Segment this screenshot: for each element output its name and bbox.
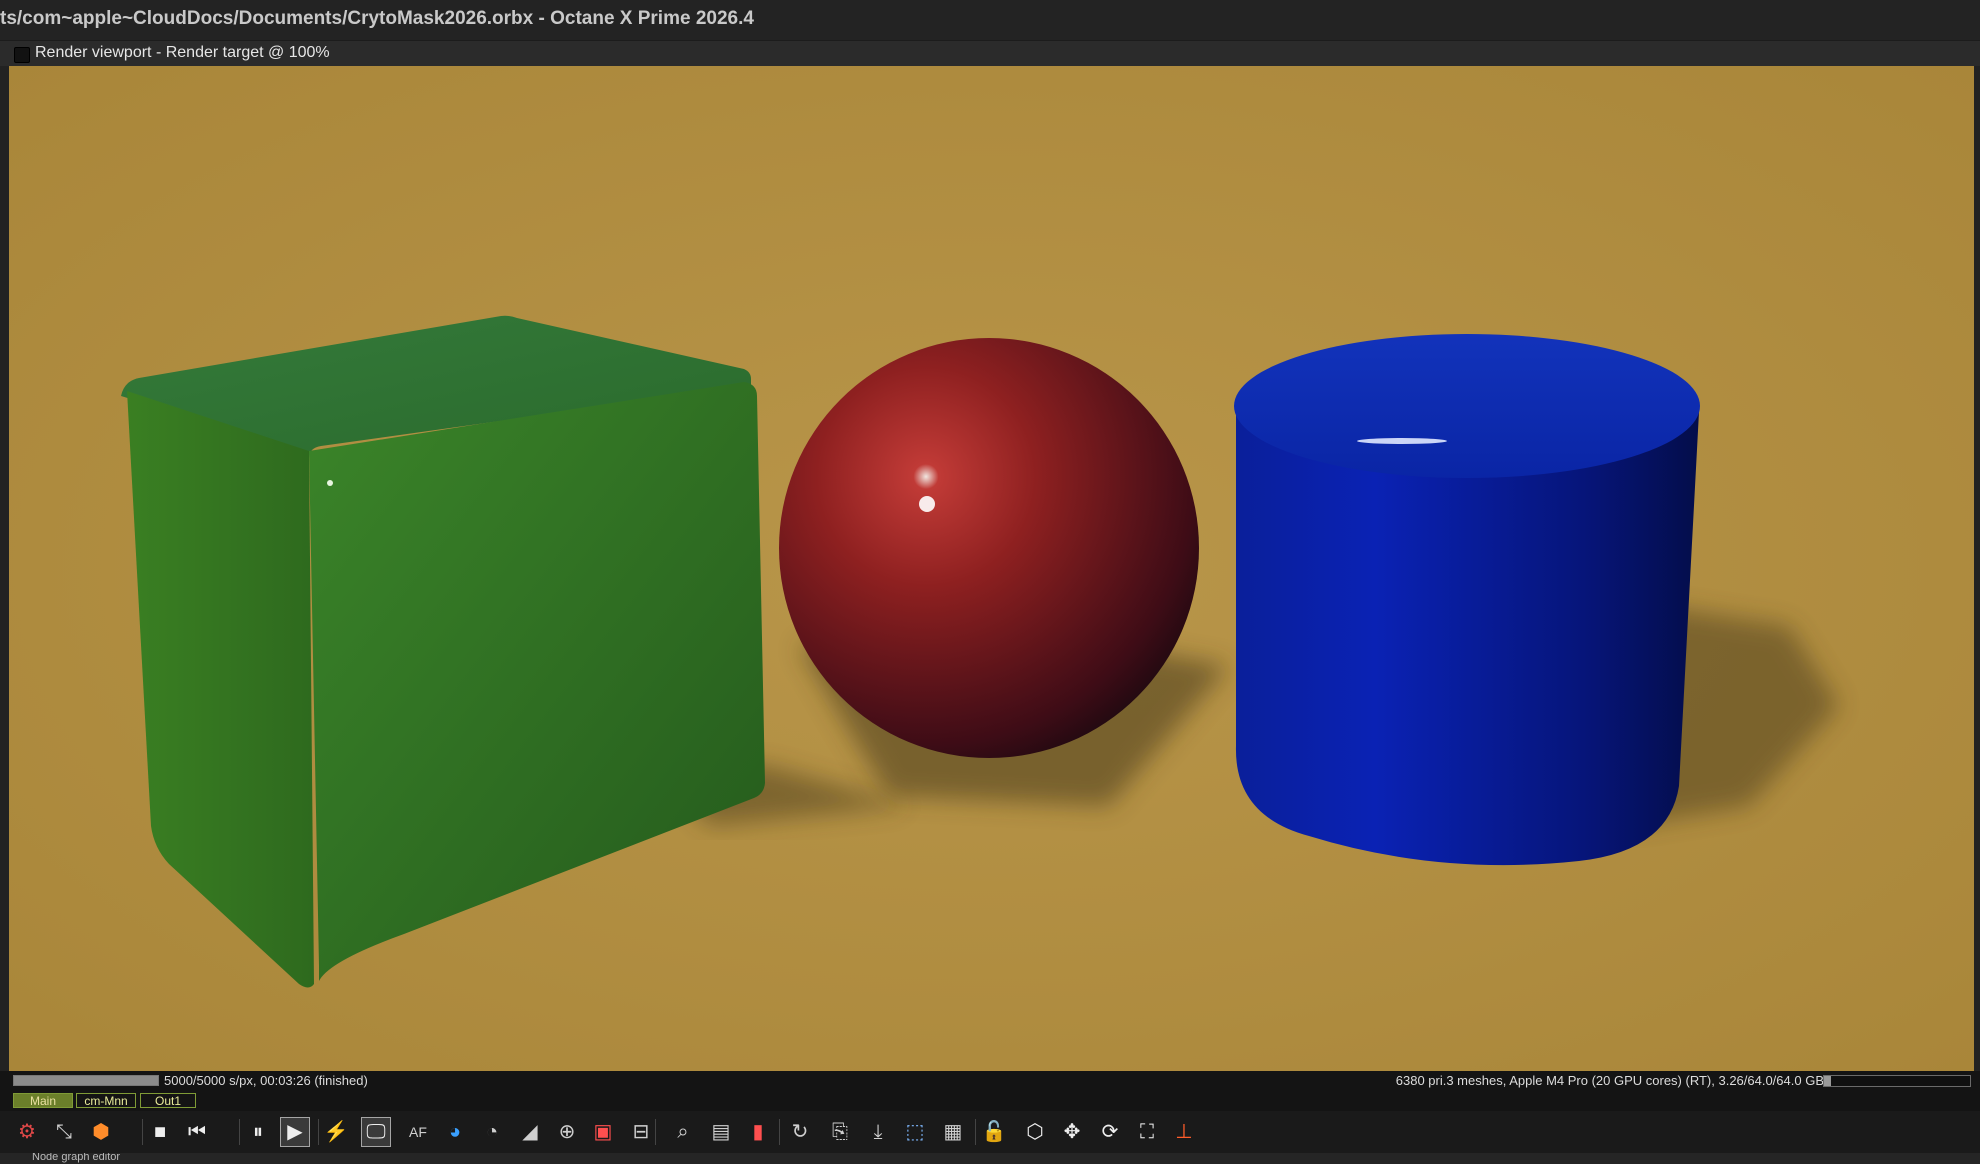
toolbar-separator	[975, 1119, 976, 1145]
toolbar-separator	[239, 1119, 240, 1145]
rotate-icon[interactable]: ⟳	[1095, 1117, 1125, 1147]
lock-icon[interactable]: 🔓	[979, 1117, 1009, 1147]
toolbar-separator	[142, 1119, 143, 1145]
tab-main[interactable]: Main	[13, 1093, 73, 1108]
focus-picker-icon[interactable]: ◢	[515, 1117, 545, 1147]
save-render-icon[interactable]: ⤓	[863, 1117, 893, 1147]
blue-cylinder	[1234, 334, 1700, 866]
color-picker-icon[interactable]: ◕	[440, 1117, 470, 1147]
red-sphere	[779, 338, 1199, 758]
sphere-highlight	[919, 496, 935, 512]
auto-focus-icon[interactable]: AF	[403, 1117, 433, 1147]
gizmo-axes-icon[interactable]: ⊥	[1169, 1117, 1199, 1147]
pause-icon[interactable]: ⏸	[243, 1117, 273, 1147]
film-region-icon[interactable]: ⊟	[626, 1117, 656, 1147]
render-pass-tabs: Main cm-Mnn Out1	[0, 1091, 1980, 1111]
tab-cm-mnn[interactable]: cm-Mnn	[76, 1093, 136, 1108]
camera-target-icon[interactable]: ⊕	[552, 1117, 582, 1147]
right-panel-edge	[1974, 66, 1980, 1071]
restart-icon[interactable]: ⏮	[182, 1117, 212, 1147]
object-picker-icon[interactable]: ▤	[706, 1117, 736, 1147]
move-icon[interactable]: ✥	[1057, 1117, 1087, 1147]
gpu-status: 6380 pri.3 meshes, Apple M4 Pro (20 GPU …	[1395, 1073, 1824, 1088]
toolbar-separator	[779, 1119, 780, 1145]
display-icon[interactable]: 🖵	[361, 1117, 391, 1147]
material-picker-icon[interactable]: ⬢	[86, 1117, 116, 1147]
lock-resolution-icon[interactable]: ↻	[785, 1117, 815, 1147]
node-graph-label: Node graph editor	[32, 1153, 121, 1163]
zoom-icon[interactable]: ⌕	[668, 1117, 698, 1147]
toolbar-separator	[655, 1119, 656, 1145]
fit-icon[interactable]: ⛶	[1132, 1117, 1162, 1147]
samples-status: 5000/5000 s/px, 00:03:26 (finished)	[164, 1073, 368, 1088]
white-balance-icon[interactable]: ◔	[477, 1117, 507, 1147]
checker-icon[interactable]: ▦	[938, 1117, 968, 1147]
render-settings-icon[interactable]: ⚙	[12, 1117, 42, 1147]
stop-icon[interactable]: ■	[145, 1117, 175, 1147]
copy-to-clipboard-icon[interactable]: ⎘	[825, 1117, 855, 1147]
clay-render-icon[interactable]: ⬚	[900, 1117, 930, 1147]
viewport-title: Render viewport - Render target @ 100%	[35, 44, 330, 61]
render-toolbar: ⚙ ⤡ ⬢ ■ ⏮ ⏸ ▶ ⚡ 🖵 AF ◕ ◔ ◢ ⊕ ▣ ⊟ ⌕ ▤ ▮ ↻ ⎘ ⤓ ⬚ ▦ 🔓 ⬡ ✥ ⟳ ⛶ ⊥	[0, 1111, 1980, 1153]
render-image	[9, 66, 1974, 1071]
material-override-icon[interactable]: ▮	[743, 1117, 773, 1147]
memory-usage-bar	[1823, 1075, 1971, 1087]
render-progress-bar	[13, 1075, 159, 1086]
title-bar: ts/com~apple~CloudDocs/Documents/CrytoMa…	[0, 0, 1980, 40]
viewport-header: Render viewport - Render target @ 100%	[0, 41, 1980, 67]
render-region-icon[interactable]: ▣	[588, 1117, 618, 1147]
tab-out1[interactable]: Out1	[140, 1093, 196, 1108]
cube-view-icon[interactable]: ⬡	[1020, 1117, 1050, 1147]
node-graph-panel-header: Node graph editor	[0, 1153, 1980, 1164]
play-icon[interactable]: ▶	[280, 1117, 310, 1147]
panel-menu-button[interactable]	[14, 47, 30, 63]
render-viewport[interactable]	[9, 66, 1974, 1071]
toolbar-separator	[318, 1119, 319, 1145]
left-panel-edge	[0, 66, 9, 1071]
realtime-icon[interactable]: ⚡	[321, 1117, 351, 1147]
region-render-icon[interactable]: ⤡	[49, 1117, 79, 1147]
window-title: ts/com~apple~CloudDocs/Documents/CrytoMa…	[0, 8, 754, 29]
status-bar: 5000/5000 s/px, 00:03:26 (finished) 6380…	[0, 1071, 1980, 1091]
